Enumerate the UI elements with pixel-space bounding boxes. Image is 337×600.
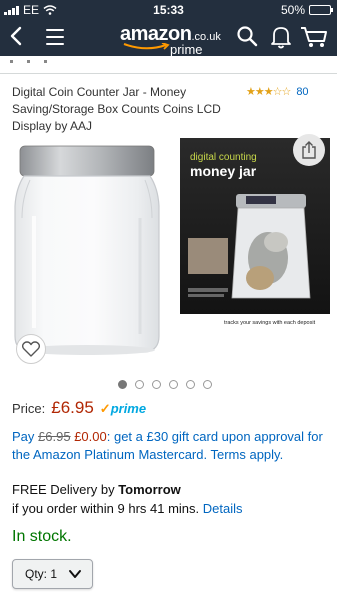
quantity-label: Qty:	[25, 567, 48, 581]
menu-button[interactable]	[46, 29, 64, 50]
card-offer-link[interactable]: Pay £6.95 £0.00: get a £30 gift card upo…	[12, 428, 330, 464]
price-value: £6.95	[51, 398, 94, 417]
cart-button[interactable]	[300, 25, 328, 54]
prime-check-icon: ✓	[99, 401, 111, 416]
smile-arrow-icon	[123, 43, 170, 50]
cart-icon	[301, 27, 327, 47]
prime-badge: ✓prime	[100, 401, 146, 417]
price-label: Price:	[12, 401, 46, 416]
pager-dot[interactable]	[152, 380, 161, 389]
app-header: amazon.co.uk prime	[0, 20, 337, 57]
hamburger-icon	[46, 29, 64, 45]
chevron-down-icon	[69, 570, 81, 578]
delivery-day: Tomorrow	[118, 482, 181, 497]
delivery-info: FREE Delivery by Tomorrow if you order w…	[12, 480, 243, 518]
rating-stars: ★★★☆☆	[246, 86, 291, 98]
pager-dot[interactable]	[169, 380, 178, 389]
search-icon	[237, 26, 258, 47]
logo-prime: prime	[170, 42, 203, 57]
delivery-cutoff: if you order within 9 hrs 41 mins.	[12, 501, 200, 516]
bell-icon	[271, 27, 291, 49]
add-to-wishlist-button[interactable]	[16, 334, 46, 364]
heart-icon	[22, 341, 40, 357]
delivery-line-1: FREE Delivery by Tomorrow	[12, 480, 243, 499]
offer-new-price: £0.00	[74, 429, 107, 444]
chevron-left-icon	[10, 26, 22, 46]
notifications-button[interactable]	[270, 25, 292, 54]
box-heading-1: digital counting	[190, 152, 257, 163]
share-button[interactable]	[293, 134, 325, 166]
box-tagline: tracks your savings with each deposit	[224, 320, 316, 326]
pager-dot[interactable]	[135, 380, 144, 389]
product-images: digital counting money jar tracks your s…	[14, 138, 330, 355]
pager-dot[interactable]	[186, 380, 195, 389]
product-image-gallery[interactable]: digital counting money jar tracks your s…	[0, 138, 337, 370]
prime-badge-label: prime	[110, 401, 147, 416]
delivery-line-2: if you order within 9 hrs 41 mins. Detai…	[12, 499, 243, 518]
product-title: Digital Coin Counter Jar - Money Saving/…	[12, 85, 221, 133]
status-right: 50%	[280, 3, 333, 17]
product-rating[interactable]: ★★★☆☆ 80	[246, 85, 309, 99]
rating-count-link[interactable]: 80	[296, 86, 308, 98]
jar-photo	[14, 145, 160, 355]
search-button[interactable]	[236, 25, 258, 52]
pager-dot[interactable]	[203, 380, 212, 389]
back-button[interactable]	[10, 26, 22, 50]
quantity-value: 1	[50, 567, 58, 581]
quantity-select[interactable]: Qty: 1	[12, 559, 93, 589]
offer-pay-word: Pay	[12, 429, 35, 444]
box-photo: digital counting money jar tracks your s…	[180, 138, 330, 328]
box-heading-2: money jar	[190, 163, 257, 179]
amazon-prime-logo[interactable]: amazon.co.uk prime	[120, 23, 221, 57]
sub-navigation-bar	[0, 56, 337, 74]
image-pager[interactable]	[118, 380, 212, 389]
battery-icon	[309, 5, 333, 15]
delivery-prefix: FREE Delivery by	[12, 482, 115, 497]
pager-dot[interactable]	[118, 380, 127, 389]
offer-old-price: £6.95	[38, 429, 71, 444]
price-row: Price: £6.95 ✓prime	[12, 398, 146, 418]
delivery-details-link[interactable]: Details	[203, 501, 243, 516]
battery-percent: 50%	[280, 3, 305, 17]
subbar-divider	[10, 60, 47, 63]
stock-status: In stock.	[12, 528, 72, 545]
share-icon	[302, 141, 316, 159]
status-bar: EE 15:33 50%	[0, 0, 337, 20]
